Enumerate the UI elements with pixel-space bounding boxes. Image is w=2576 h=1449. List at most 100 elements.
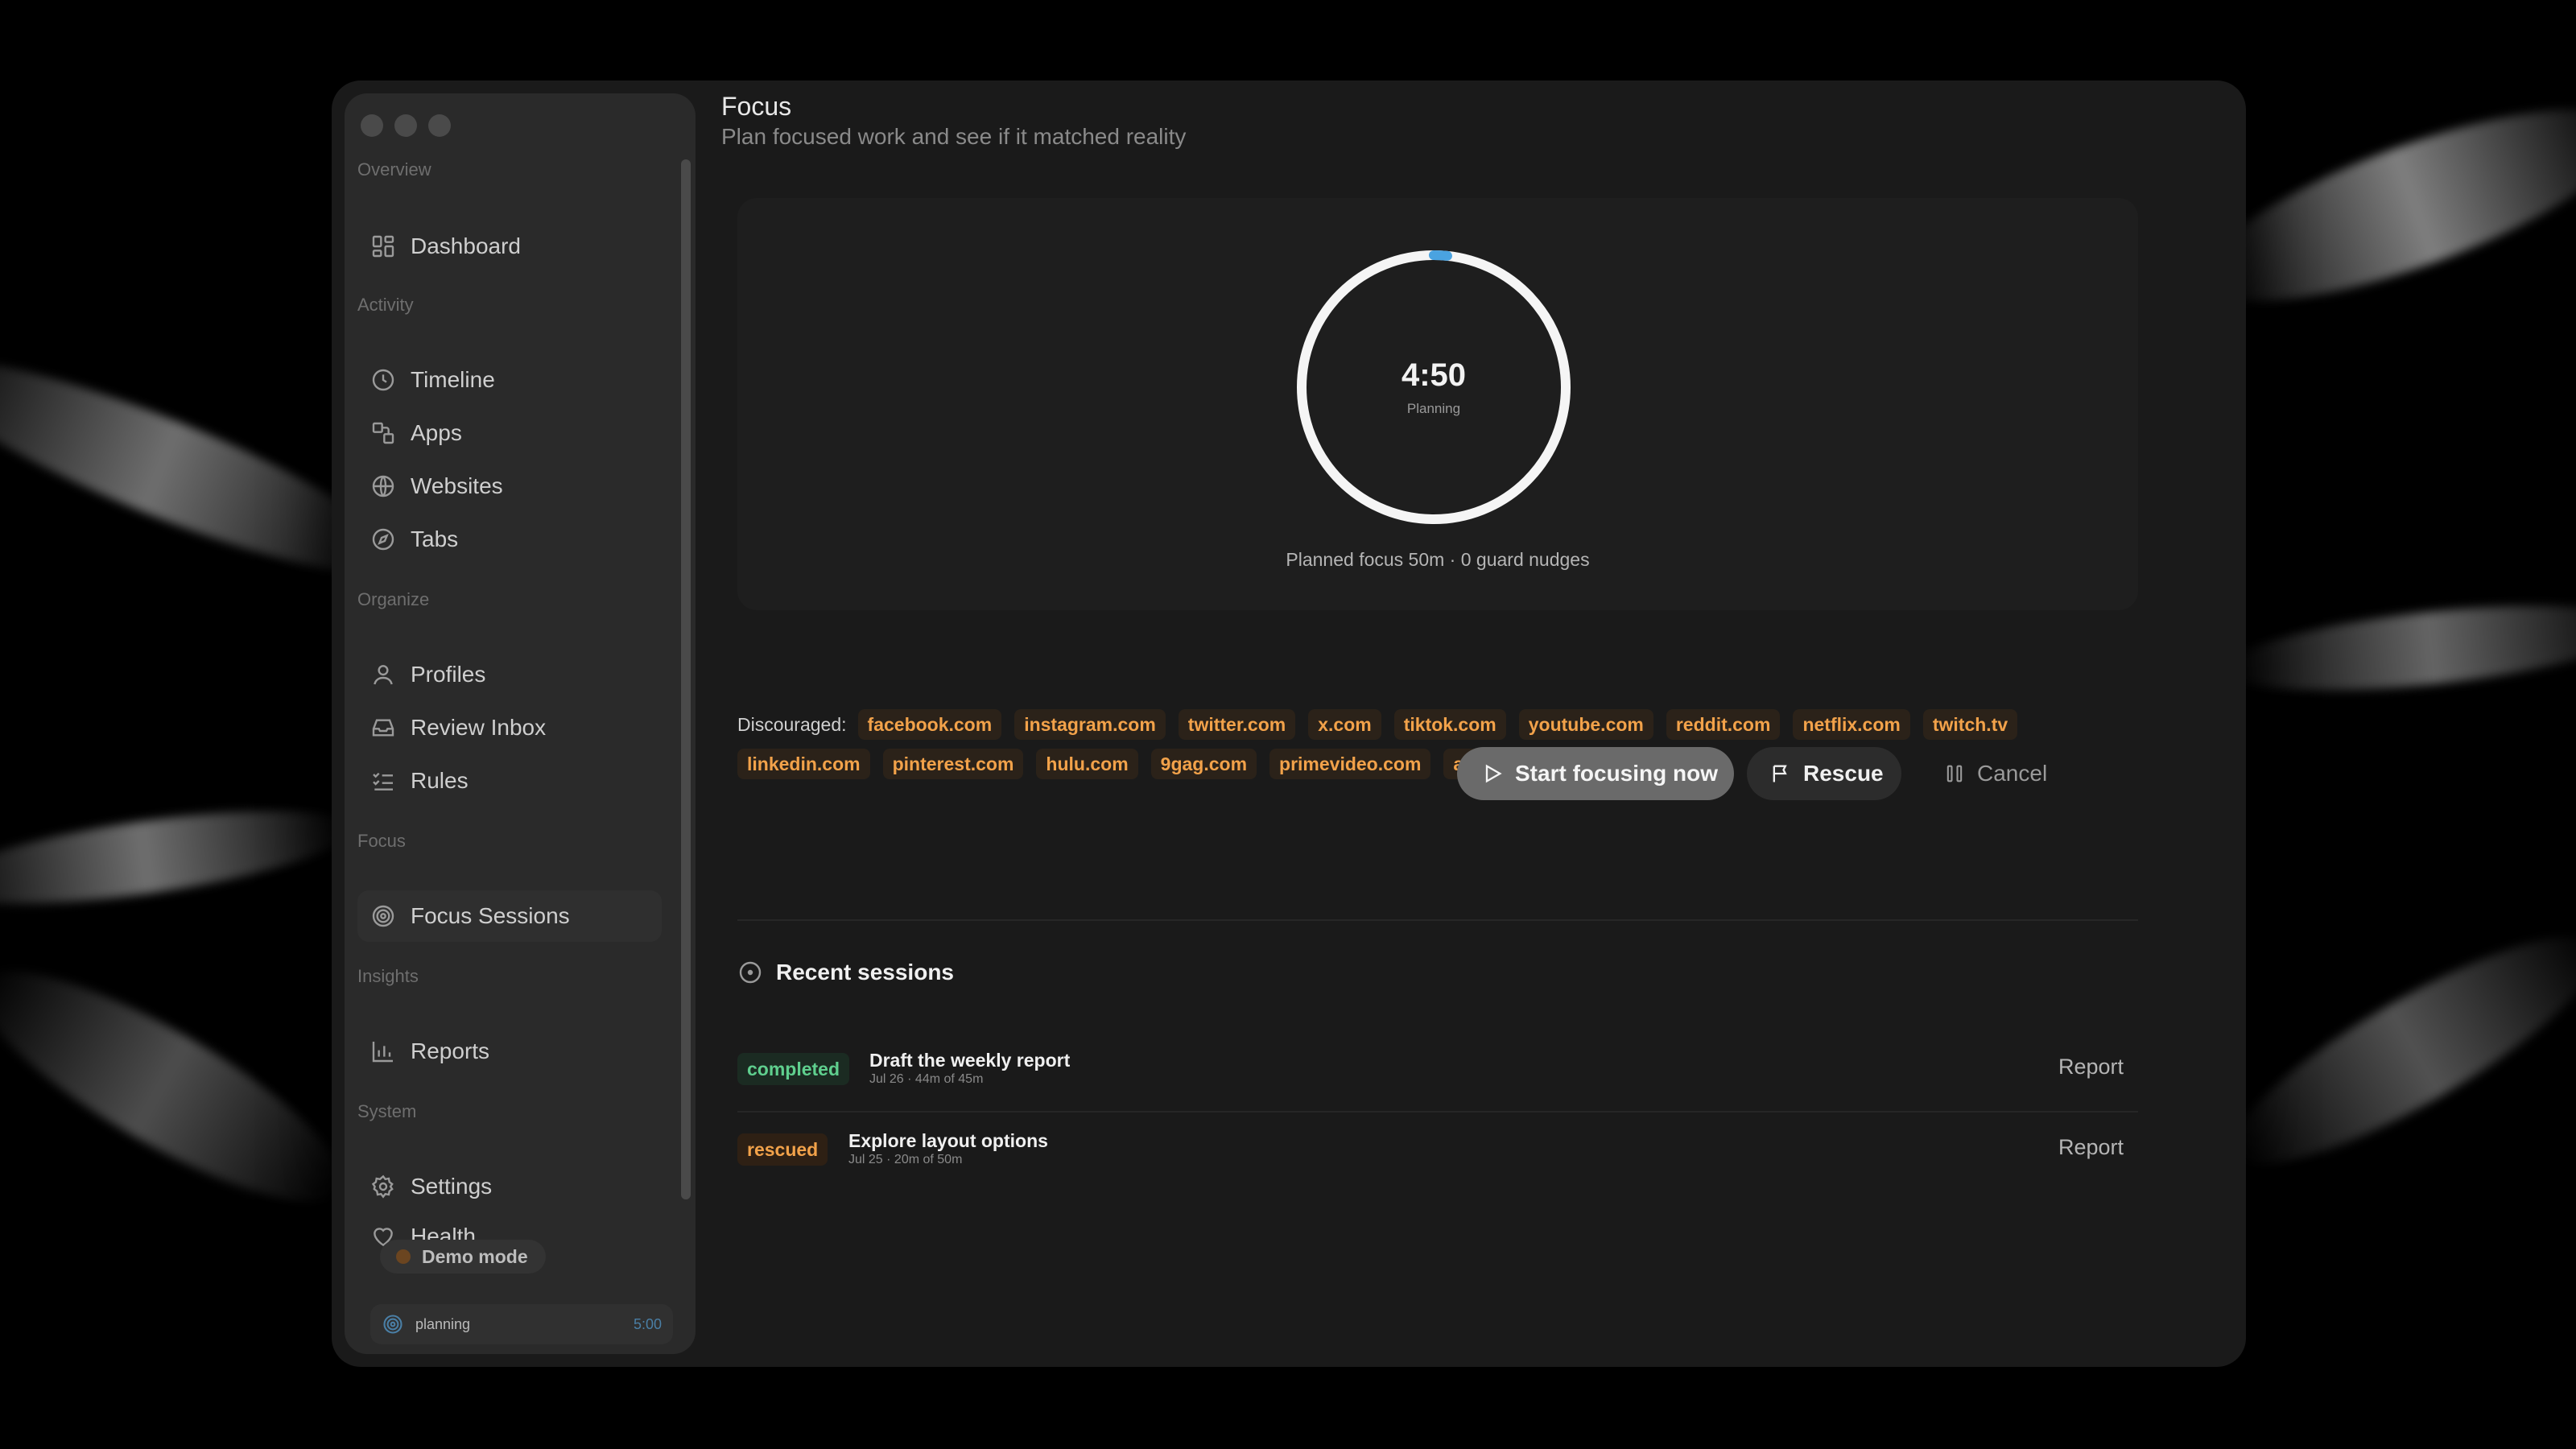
section-divider: [737, 919, 2138, 921]
app-window: Overview Dashboard Activity Timeline App…: [332, 80, 2246, 1367]
sidebar-item-label: Dashboard: [411, 233, 521, 258]
recent-sessions-header: Recent sessions: [737, 960, 954, 985]
sidebar-item-label: Rules: [411, 768, 469, 793]
discouraged-site-tag[interactable]: youtube.com: [1518, 709, 1653, 740]
sidebar-item-apps[interactable]: Apps: [357, 407, 662, 459]
sidebar-item-label: Focus Sessions: [411, 903, 570, 928]
zoom-window-button[interactable]: [428, 114, 451, 137]
discouraged-site-tag[interactable]: 9gag.com: [1150, 749, 1257, 779]
bar-chart-icon: [372, 1042, 393, 1063]
focus-status-time: 5:00: [633, 1315, 662, 1332]
discouraged-site-tag[interactable]: twitch.tv: [1922, 709, 2018, 740]
sidebar-item-reports[interactable]: Reports: [357, 1026, 662, 1077]
discouraged-site-tag[interactable]: facebook.com: [857, 709, 1002, 740]
session-meta: Jul 25 · 20m of 50m: [848, 1153, 963, 1166]
discouraged-site-tag[interactable]: primevideo.com: [1269, 749, 1431, 779]
demo-mode-dot: [396, 1249, 411, 1264]
recent-sessions-title: Recent sessions: [776, 960, 954, 985]
sidebar-item-label: Review Inbox: [411, 715, 547, 740]
sidebar-item-dashboard[interactable]: Dashboard: [357, 221, 662, 272]
session-title: Draft the weekly report: [869, 1050, 1071, 1071]
page-title: Focus: [721, 92, 792, 121]
inbox-icon: [372, 719, 394, 737]
apps-icon: [372, 422, 394, 444]
timer-card: 4:50 Planning Planned focus 50m · 0 guar…: [737, 198, 2138, 610]
report-link[interactable]: Report: [2058, 1055, 2124, 1080]
sidebar-item-label: Profiles: [411, 662, 486, 687]
close-window-button[interactable]: [361, 114, 383, 137]
minimize-window-button[interactable]: [394, 114, 417, 137]
demo-mode-label: Demo mode: [422, 1245, 528, 1267]
clock-icon: [372, 369, 394, 391]
compass-icon: [372, 528, 394, 551]
user-icon: [374, 665, 393, 685]
start-focusing-button[interactable]: Start focusing now: [1457, 747, 1734, 800]
section-title-focus: Focus: [357, 831, 406, 851]
play-icon: [1485, 764, 1502, 783]
discouraged-site-tag[interactable]: pinterest.com: [882, 749, 1024, 779]
start-focusing-label: Start focusing now: [1515, 761, 1718, 786]
window-controls: [361, 114, 451, 137]
sidebar-item-profiles[interactable]: Profiles: [357, 649, 662, 700]
status-badge: completed: [737, 1053, 850, 1085]
section-title-activity: Activity: [357, 295, 414, 315]
discouraged-site-tag[interactable]: x.com: [1308, 709, 1381, 740]
session-row[interactable]: rescued Explore layout options Jul 25 · …: [737, 1124, 2138, 1180]
rescue-label: Rescue: [1803, 761, 1884, 786]
discouraged-row-1: Discouraged: facebook.com instagram.com tw…: [737, 708, 2030, 741]
section-title-insights: Insights: [357, 966, 419, 986]
discouraged-label: Discouraged:: [737, 713, 847, 735]
target-icon: [372, 905, 394, 927]
circle-dot-icon: [739, 961, 762, 984]
discouraged-site-tag[interactable]: twitter.com: [1178, 709, 1296, 740]
sidebar-item-focus-sessions[interactable]: Focus Sessions: [357, 890, 662, 942]
cancel-button[interactable]: Cancel: [1927, 747, 2056, 800]
discouraged-site-tag[interactable]: netflix.com: [1793, 709, 1910, 740]
planned-summary: Planned focus 50m · 0 guard nudges: [1286, 549, 1590, 570]
session-meta: Jul 26 · 44m of 45m: [869, 1072, 984, 1086]
report-link[interactable]: Report: [2058, 1135, 2124, 1160]
timer-phase: Planning: [1406, 401, 1461, 416]
discouraged-site-tag[interactable]: reddit.com: [1666, 709, 1781, 740]
sidebar-item-label: Websites: [411, 473, 503, 498]
discouraged-site-tag[interactable]: instagram.com: [1014, 709, 1166, 740]
focus-status-bar[interactable]: planning 5:00: [370, 1304, 673, 1344]
sidebar-item-review-inbox[interactable]: Review Inbox: [357, 702, 662, 753]
cancel-label: Cancel: [1977, 761, 2048, 786]
rescue-button[interactable]: Rescue: [1747, 747, 1901, 800]
timer-remaining: 4:50: [1401, 357, 1467, 393]
sidebar-item-timeline[interactable]: Timeline: [357, 354, 662, 406]
session-row[interactable]: completed Draft the weekly report Jul 26…: [737, 1043, 2138, 1100]
sidebar-item-label: Reports: [411, 1038, 490, 1063]
focus-status-state: planning: [415, 1315, 471, 1332]
session-title: Explore layout options: [848, 1130, 1048, 1151]
sidebar-item-label: Settings: [411, 1174, 493, 1199]
demo-mode-badge[interactable]: Demo mode: [380, 1240, 546, 1274]
main-content: Focus Plan focused work and see if it ma…: [712, 80, 2246, 1367]
section-title-system: System: [357, 1101, 417, 1121]
list-check-icon: [373, 772, 393, 791]
sidebar-item-label: Tabs: [411, 526, 459, 551]
page-subtitle: Plan focused work and see if it matched …: [721, 124, 1187, 149]
sidebar-item-websites[interactable]: Websites: [357, 460, 662, 512]
sidebar-scrollbar[interactable]: [681, 159, 691, 1199]
discouraged-site-tag[interactable]: tiktok.com: [1393, 709, 1506, 740]
grid-icon: [372, 235, 394, 258]
sidebar-item-label: Timeline: [411, 367, 495, 392]
sidebar-item-label: Apps: [411, 420, 462, 445]
gear-icon: [371, 1174, 394, 1199]
sidebar-item-settings[interactable]: Settings: [357, 1161, 662, 1212]
section-title-organize: Organize: [357, 589, 430, 609]
globe-icon: [372, 475, 394, 497]
pause-icon: [1946, 765, 1963, 782]
status-badge: rescued: [737, 1133, 828, 1166]
row-divider: [737, 1111, 2138, 1113]
sidebar-item-tabs[interactable]: Tabs: [357, 514, 662, 565]
sidebar-item-rules[interactable]: Rules: [357, 755, 662, 807]
flag-icon: [1773, 765, 1787, 782]
target-icon: [383, 1315, 402, 1334]
section-title-overview: Overview: [357, 159, 431, 180]
discouraged-site-tag[interactable]: hulu.com: [1036, 749, 1138, 779]
sidebar: Overview Dashboard Activity Timeline App…: [345, 93, 696, 1354]
discouraged-site-tag[interactable]: linkedin.com: [737, 749, 870, 779]
